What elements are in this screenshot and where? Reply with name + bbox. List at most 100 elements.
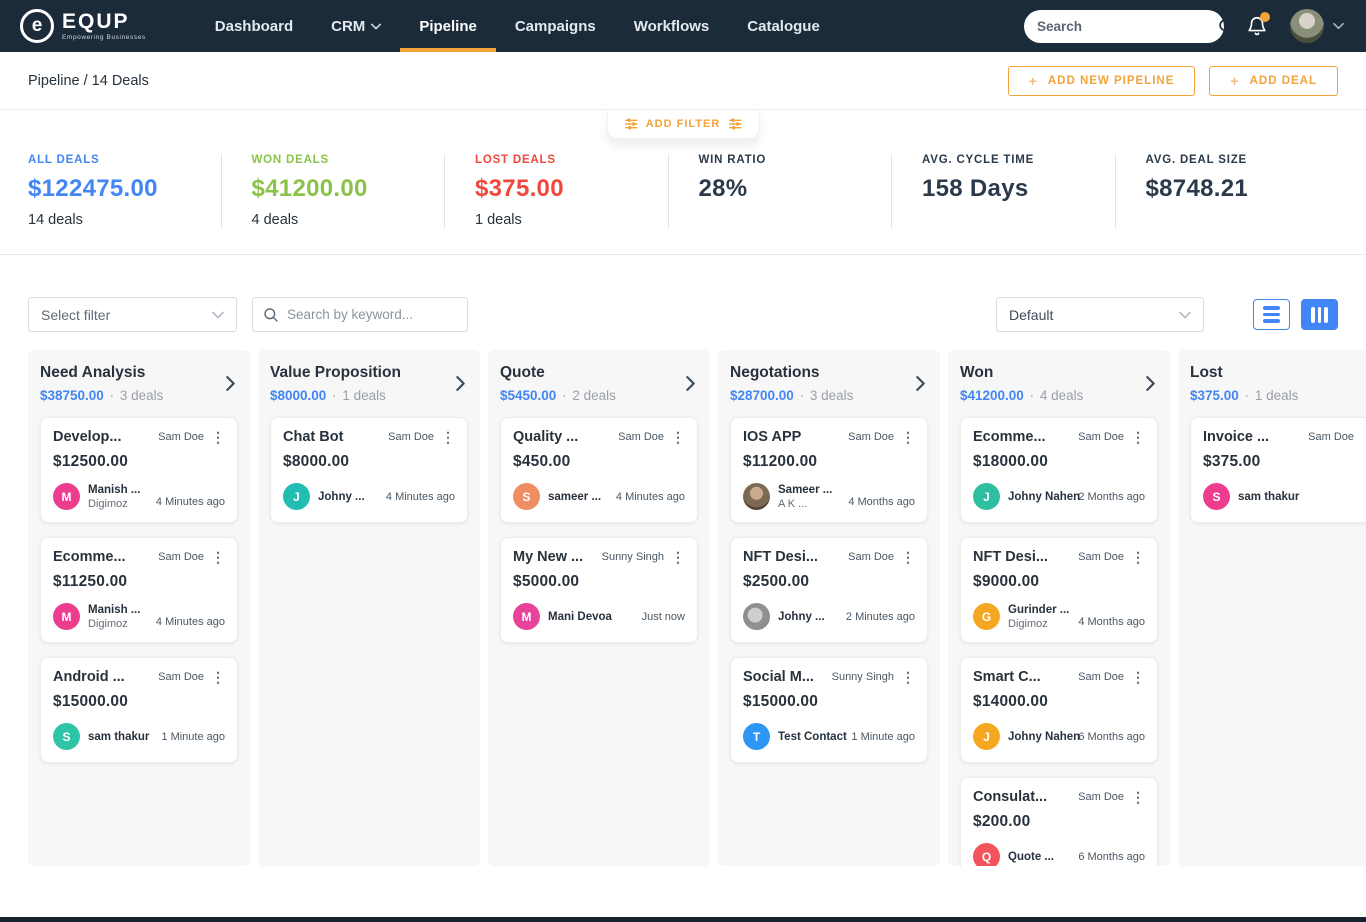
stat-avg-deal-size: AVG. DEAL SIZE $8748.21 (1114, 154, 1339, 228)
column-amount: $38750.00 (40, 388, 104, 403)
list-view-toggle[interactable] (1253, 299, 1290, 330)
card-menu-icon[interactable]: ⋮ (441, 430, 455, 444)
contact-name: sam thakur (1238, 490, 1300, 503)
deal-title: Invoice ... (1203, 429, 1270, 445)
user-avatar[interactable] (1290, 9, 1324, 43)
contact-avatar: J (973, 723, 1000, 750)
deal-amount: $14000.00 (973, 693, 1049, 710)
add-new-pipeline-button[interactable]: + ADD NEW PIPELINE (1007, 65, 1196, 96)
deal-updated-time: 4 Months ago (848, 496, 915, 508)
card-menu-icon[interactable]: ⋮ (211, 430, 225, 444)
notifications-bell[interactable] (1246, 12, 1270, 37)
column-expand-icon[interactable] (1145, 375, 1158, 392)
card-menu-icon[interactable]: ⋮ (901, 550, 915, 564)
nav-crm[interactable]: CRM (312, 0, 400, 52)
card-menu-icon[interactable]: ⋮ (901, 670, 915, 684)
deal-card[interactable]: Ecomme... Sam Doe ⋮ $11250.00 M Manish .… (40, 537, 238, 643)
contact-name: Mani Devoa (548, 610, 612, 623)
deal-title: Ecomme... (973, 429, 1046, 445)
deal-amount: $2500.00 (743, 573, 810, 590)
card-menu-icon[interactable]: ⋮ (901, 430, 915, 444)
card-menu-icon[interactable]: ⋮ (671, 430, 685, 444)
deal-title: NFT Desi... (973, 549, 1048, 565)
deal-card[interactable]: Quality ... Sam Doe ⋮ $450.00 S sameer .… (500, 417, 698, 523)
card-menu-icon[interactable]: ⋮ (671, 550, 685, 564)
contact-avatar: Q (973, 843, 1000, 866)
column-won: Won $41200.00 · 4 deals Ecomme... Sam Do… (948, 350, 1170, 866)
contact-avatar: S (1203, 483, 1230, 510)
contact-avatar: M (513, 603, 540, 630)
sort-dropdown[interactable]: Default (996, 297, 1204, 332)
card-menu-icon[interactable]: ⋮ (1131, 430, 1145, 444)
card-menu-icon[interactable]: ⋮ (1131, 790, 1145, 804)
deal-card[interactable]: Invoice ... Sam Doe ⋮ $375.00 S sam thak… (1190, 417, 1366, 523)
contact-avatar: M (53, 483, 80, 510)
deal-card[interactable]: IOS APP Sam Doe ⋮ $11200.00 Sameer ... A… (730, 417, 928, 523)
filter-sliders-icon (624, 118, 638, 130)
deal-card[interactable]: Chat Bot Sam Doe ⋮ $8000.00 J Johny ... … (270, 417, 468, 523)
deal-owner: Sam Doe (618, 431, 664, 443)
contact-name: Johny ... (778, 610, 825, 623)
contact-name: Manish ... (88, 603, 141, 616)
card-menu-icon[interactable]: ⋮ (1131, 550, 1145, 564)
contact-company: Digimoz (88, 497, 128, 510)
deal-amount: $11250.00 (53, 573, 128, 590)
deal-title: Smart C... (973, 669, 1041, 685)
add-deal-button[interactable]: + ADD DEAL (1209, 65, 1338, 96)
column-name: Need Analysis (40, 364, 146, 381)
add-filter-button[interactable]: ADD FILTER (606, 110, 760, 139)
column-expand-icon[interactable] (915, 375, 928, 392)
nav-catalogue[interactable]: Catalogue (728, 0, 839, 52)
column-value-proposition: Value Proposition $8000.00 · 1 deals Cha… (258, 350, 480, 866)
deal-card[interactable]: Android ... Sam Doe ⋮ $15000.00 S sam th… (40, 657, 238, 763)
column-deal-count: 3 deals (809, 388, 854, 403)
global-search-input[interactable] (1037, 18, 1218, 34)
deal-owner: Sam Doe (1308, 431, 1354, 443)
nav-workflows[interactable]: Workflows (615, 0, 729, 52)
deal-card[interactable]: Develop... Sam Doe ⋮ $12500.00 M Manish … (40, 417, 238, 523)
column-deal-count: 2 deals (572, 388, 616, 403)
nav-campaigns[interactable]: Campaigns (496, 0, 615, 52)
page-subheader: Pipeline / 14 Deals + ADD NEW PIPELINE +… (0, 52, 1366, 139)
deal-card[interactable]: My New ... Sunny Singh ⋮ $5000.00 M Mani… (500, 537, 698, 643)
deal-card[interactable]: NFT Desi... Sam Doe ⋮ $2500.00 Johny ...… (730, 537, 928, 643)
main-nav: Dashboard CRM Pipeline Campaigns Workflo… (196, 0, 839, 52)
breadcrumb: Pipeline / 14 Deals (28, 72, 149, 89)
chevron-down-icon (1179, 311, 1191, 319)
contact-avatar: S (53, 723, 80, 750)
card-menu-icon[interactable]: ⋮ (211, 550, 225, 564)
list-view-icon (1263, 306, 1280, 323)
contact-avatar: M (53, 603, 80, 630)
deal-card[interactable]: Smart C... Sam Doe ⋮ $14000.00 J Johny N… (960, 657, 1158, 763)
deal-updated-time: 6 Months ago (1078, 850, 1145, 863)
card-menu-icon[interactable]: ⋮ (211, 670, 225, 684)
contact-name: Test Contact (778, 730, 847, 743)
column-expand-icon[interactable] (455, 375, 468, 392)
contact-company: Digimoz (88, 617, 128, 630)
deal-card[interactable]: Social M... Sunny Singh ⋮ $15000.00 T Te… (730, 657, 928, 763)
deal-card[interactable]: Consulat... Sam Doe ⋮ $200.00 Q Quote ..… (960, 777, 1158, 866)
column-expand-icon[interactable] (685, 375, 698, 392)
deal-amount: $15000.00 (53, 693, 129, 710)
card-menu-icon[interactable]: ⋮ (1361, 430, 1366, 444)
deal-title: My New ... (513, 549, 584, 565)
deal-owner: Sam Doe (158, 551, 204, 563)
deal-card[interactable]: NFT Desi... Sam Doe ⋮ $9000.00 G Gurinde… (960, 537, 1158, 643)
deal-amount: $12500.00 (53, 453, 129, 470)
deal-owner: Sam Doe (1078, 431, 1124, 443)
card-menu-icon[interactable]: ⋮ (1131, 670, 1145, 684)
kanban-view-toggle[interactable] (1301, 299, 1338, 330)
user-menu-caret-icon[interactable] (1333, 22, 1344, 30)
app-logo[interactable]: e EQUP Empowering Businesses (0, 0, 168, 52)
deal-card[interactable]: Ecomme... Sam Doe ⋮ $18000.00 J Johny Na… (960, 417, 1158, 523)
keyword-search-input[interactable] (287, 307, 464, 322)
column-expand-icon[interactable] (225, 375, 238, 392)
nav-dashboard[interactable]: Dashboard (196, 0, 312, 52)
contact-photo-avatar (743, 603, 770, 630)
contact-name: Sameer ... (778, 483, 833, 496)
select-filter-dropdown[interactable]: Select filter (28, 297, 237, 332)
column-quote: Quote $5450.00 · 2 deals Quality ... Sam… (488, 350, 710, 866)
search-icon[interactable] (1218, 18, 1235, 35)
nav-pipeline[interactable]: Pipeline (400, 0, 496, 52)
contact-name: sam thakur (88, 730, 150, 743)
